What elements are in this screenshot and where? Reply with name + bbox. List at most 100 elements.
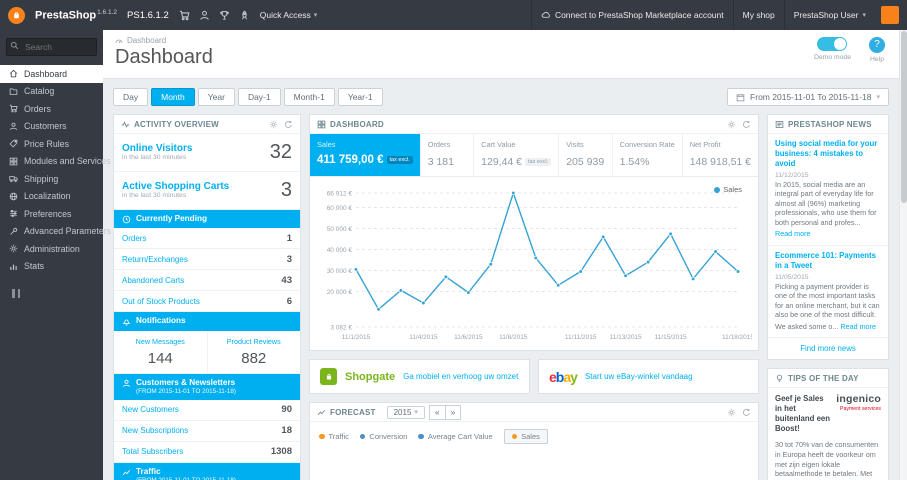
sidebar-item-localization[interactable]: Localization [0,188,103,206]
quick-access-menu[interactable]: Quick Access ▾ [260,10,318,20]
customers-newsletters-header: Customers & Newsletters (FROM 2015-11-01… [114,373,300,400]
period-month-1-button[interactable]: Month-1 [283,88,335,106]
period-year-1-button[interactable]: Year-1 [337,88,383,106]
sidebar-item-price-rules[interactable]: Price Rules [0,135,103,153]
row-value: 1 [286,232,292,244]
out-of-stock-row[interactable]: Out of Stock Products 6 [114,291,300,313]
legend-average-cart-value[interactable]: Average Cart Value [418,432,493,441]
trend-icon [317,409,326,415]
sidebar-item-catalog[interactable]: Catalog [0,83,103,101]
new-messages-cell[interactable]: New Messages 144 [114,331,207,373]
refresh-icon[interactable] [742,120,751,129]
kpi-net-profit[interactable]: Net Profit 148 918,51 € [683,134,758,176]
cell-label: Product Reviews [226,336,281,346]
kpi-label: Net Profit [689,140,721,149]
search-input[interactable] [6,38,97,56]
help-button[interactable]: ? [869,37,885,53]
dashboard-panel-header: DASHBOARD [310,115,758,134]
scrollbar-thumb[interactable] [901,31,907,203]
sidebar-item-customers[interactable]: Customers [0,118,103,136]
activity-overview-panel: ACTIVITY OVERVIEW Online Visitors in the… [113,114,301,480]
sidebar-item-label: Catalog [24,86,55,97]
trophy-icon[interactable] [219,10,230,21]
news-article: Using social media for your business: 4 … [768,134,888,246]
find-more-news-link[interactable]: Find more news [768,338,888,359]
sidebar-item-administration[interactable]: Administration [0,240,103,258]
caret-down-icon: ▾ [862,12,866,19]
product-reviews-cell[interactable]: Product Reviews 882 [206,330,301,373]
sidebar-item-label: Administration [24,243,80,254]
new-subscriptions-row[interactable]: New Subscriptions 18 [114,421,300,442]
sidebar-item-preferences[interactable]: Preferences [0,205,103,223]
refresh-icon[interactable] [742,408,751,417]
period-month-button[interactable]: Month [151,88,195,106]
online-visitors-row[interactable]: Online Visitors in the last 30 minutes 3… [114,134,300,172]
legend-traffic[interactable]: Traffic [319,432,349,441]
sidebar-item-modules[interactable]: Modules and Services [0,153,111,171]
active-carts-row[interactable]: Active Shopping Carts in the last 30 min… [114,172,300,210]
article-title-link[interactable]: Ecommerce 101: Payments in a Tweet [775,251,881,271]
kpi-cart-value[interactable]: Cart Value 129,44 € tax excl. [474,134,560,176]
read-more-link[interactable]: Read more [775,229,811,239]
pending-returns-row[interactable]: Return/Exchanges 3 [114,249,300,271]
gear-icon[interactable] [727,408,736,417]
period-day-button[interactable]: Day [113,88,149,106]
sidebar-item-dashboard[interactable]: Dashboard [0,65,103,83]
chart-legend[interactable]: Sales [714,185,742,194]
pending-orders-row[interactable]: Orders 1 [114,228,300,250]
gear-icon[interactable] [269,120,278,129]
cart-icon[interactable] [179,10,190,21]
prev-year-button[interactable]: « [428,404,446,420]
person-icon[interactable] [199,10,210,21]
dashboard-panel: DASHBOARD Sales 411 759,00 € tax excl. Or [309,114,759,351]
cell-value: 144 [147,349,173,367]
scrollbar[interactable] [899,30,907,480]
next-year-button[interactable]: » [445,404,462,420]
refresh-icon[interactable] [284,120,293,129]
shopgate-link[interactable]: Ga mobiel en verhoog uw omzet [403,372,518,381]
period-day-1-button[interactable]: Day-1 [237,88,281,106]
forecast-panel: FORECAST 2015 ▾ « » Traffic Conversion A… [309,402,759,480]
abandoned-carts-row[interactable]: Abandoned Carts 43 [114,270,300,292]
sales-line-chart[interactable]: 66 912 € 60 000 € 50 000 € 40 000 € 30 000 €… [314,183,755,343]
demo-mode-toggle[interactable] [817,37,848,51]
sidebar: Dashboard Catalog Orders Customers Price… [0,30,111,480]
sidebar-item-stats[interactable]: Stats [0,258,103,276]
kpi-visits[interactable]: Visits 205 939 [559,134,613,176]
my-shop-link[interactable]: My shop [732,0,784,30]
sidebar-item-advanced-parameters[interactable]: Advanced Parameters [0,223,111,241]
ebay-promo[interactable]: ebay Start uw eBay-winkel vandaag [538,359,759,394]
ebay-link[interactable]: Start uw eBay-winkel vandaag [585,372,693,381]
shopgate-promo[interactable]: Shopgate Ga mobiel en verhoog uw omzet [309,359,530,394]
kpi-conversion-rate[interactable]: Conversion Rate 1.54% [613,134,683,176]
kpi-sales[interactable]: Sales 411 759,00 € tax excl. [310,134,421,176]
sidebar-collapse-button[interactable] [12,289,103,298]
panel-title: FORECAST [330,407,376,417]
kpi-value: 148 918,51 € [689,156,752,168]
new-customers-row[interactable]: New Customers 90 [114,400,300,421]
read-more-link[interactable]: Read more [840,322,876,332]
panel-title: DASHBOARD [330,119,384,129]
sidebar-item-label: Price Rules [24,138,69,149]
prestashop-logo[interactable] [8,6,25,24]
marketplace-link[interactable]: Connect to PrestaShop Marketplace accoun… [530,0,733,30]
forecast-year-select[interactable]: 2015 ▾ [386,405,425,419]
article-title-link[interactable]: Using social media for your business: 4 … [775,139,881,169]
total-subscribers-row[interactable]: Total Subscribers 1308 [114,442,300,463]
date-range-picker[interactable]: From 2015-11-01 To 2015-11-18 ▾ [727,88,889,106]
gear-icon[interactable] [727,120,736,129]
legend-sales[interactable]: Sales [503,429,548,444]
sidebar-item-orders[interactable]: Orders [0,100,103,118]
legend-conversion[interactable]: Conversion [359,432,407,441]
row-value: 18 [281,425,292,437]
kpi-label: Visits [566,140,584,149]
rocket-icon[interactable] [239,10,250,21]
svg-text:20 000 €: 20 000 € [327,289,353,296]
avatar[interactable] [881,6,899,24]
kpi-orders[interactable]: Orders 3 181 [421,134,475,176]
period-year-button[interactable]: Year [197,88,235,106]
shop-name[interactable]: PS1.6.1.2 [127,10,169,21]
sidebar-item-shipping[interactable]: Shipping [0,170,103,188]
row-value: 1308 [270,446,292,458]
user-menu[interactable]: PrestaShop User ▾ [783,0,875,30]
